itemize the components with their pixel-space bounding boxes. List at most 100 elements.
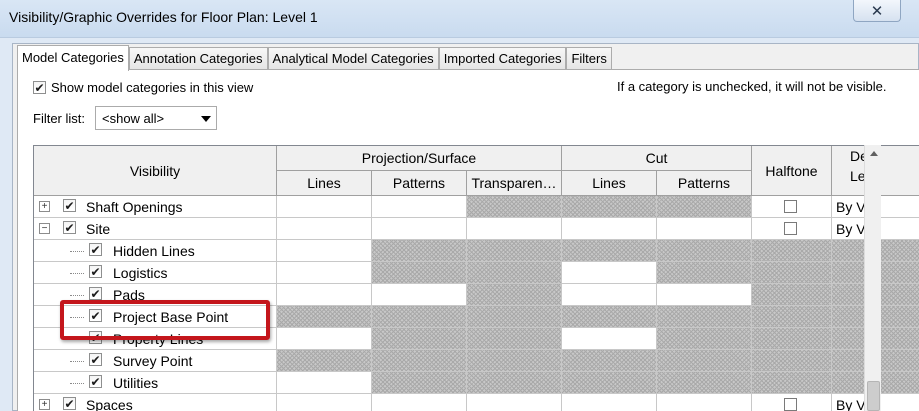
- cell-halftone: [752, 350, 832, 372]
- tab-annotation-categories[interactable]: Annotation Categories: [128, 47, 268, 69]
- cell-transparency: [467, 372, 562, 394]
- cell-cut-lines[interactable]: [562, 328, 657, 350]
- row-label: Spaces: [86, 397, 133, 411]
- header-projection-lines[interactable]: Lines: [277, 171, 372, 196]
- header-transparency[interactable]: Transparen…: [467, 171, 562, 196]
- check-icon: ✔: [64, 396, 75, 411]
- header-cut-patterns[interactable]: Patterns: [657, 171, 752, 196]
- cell-projection-patterns: [372, 262, 467, 284]
- cell-transparency[interactable]: [467, 218, 562, 240]
- tab-model-categories[interactable]: Model Categories: [17, 45, 129, 71]
- cell-cut-lines[interactable]: [562, 394, 657, 411]
- row-visibility-checkbox[interactable]: ✔: [89, 243, 102, 256]
- show-model-categories-checkbox[interactable]: ✔: [33, 81, 46, 94]
- cell-projection-patterns[interactable]: [372, 394, 467, 411]
- cell-projection-lines[interactable]: [277, 262, 372, 284]
- cell-cut-patterns[interactable]: [657, 394, 752, 411]
- row-visibility-checkbox[interactable]: ✔: [89, 331, 102, 344]
- cell-projection-patterns[interactable]: [372, 196, 467, 218]
- cell-projection-lines[interactable]: [277, 328, 372, 350]
- check-icon: ✔: [34, 80, 45, 95]
- cell-projection-lines[interactable]: [277, 394, 372, 411]
- row-visibility-checkbox[interactable]: ✔: [63, 221, 76, 234]
- filter-list-dropdown[interactable]: <show all>: [95, 106, 217, 130]
- cell-halftone: [752, 262, 832, 284]
- vertical-scrollbar[interactable]: [864, 145, 881, 411]
- close-button[interactable]: ✕: [853, 0, 901, 22]
- table-row[interactable]: ✔ Logistics: [34, 262, 277, 284]
- cell-cut-lines: [562, 350, 657, 372]
- table-row[interactable]: ✔ Property Lines: [34, 328, 277, 350]
- halftone-checkbox[interactable]: [784, 398, 797, 411]
- tab-imported-categories[interactable]: Imported Categories: [438, 47, 567, 69]
- table-row[interactable]: − ✔ Site: [34, 218, 277, 240]
- tree-guide: [70, 251, 84, 252]
- tab-analytical-model-categories[interactable]: Analytical Model Categories: [267, 47, 439, 69]
- cell-projection-patterns: [372, 350, 467, 372]
- expand-icon[interactable]: +: [39, 399, 50, 410]
- cell-cut-lines[interactable]: [562, 262, 657, 284]
- table-row[interactable]: ✔ Pads: [34, 284, 277, 306]
- table-row[interactable]: + ✔ Spaces: [34, 394, 277, 411]
- table-row[interactable]: ✔ Project Base Point: [34, 306, 277, 328]
- table-row[interactable]: + ✔ Shaft Openings: [34, 196, 277, 218]
- scroll-thumb[interactable]: [867, 381, 880, 411]
- tree-guide: [70, 273, 84, 274]
- check-icon: ✔: [90, 308, 101, 323]
- halftone-checkbox[interactable]: [784, 200, 797, 213]
- header-halftone[interactable]: Halftone: [752, 146, 832, 196]
- cell-cut-patterns: [657, 328, 752, 350]
- tree-guide: [70, 339, 84, 340]
- cell-cut-patterns: [657, 306, 752, 328]
- visibility-hint: If a category is unchecked, it will not …: [617, 79, 887, 94]
- row-visibility-checkbox[interactable]: ✔: [63, 397, 76, 410]
- filter-list-value: <show all>: [102, 111, 165, 126]
- row-visibility-checkbox[interactable]: ✔: [89, 375, 102, 388]
- cell-projection-lines[interactable]: [277, 196, 372, 218]
- cell-cut-lines[interactable]: [562, 284, 657, 306]
- cell-projection-lines[interactable]: [277, 218, 372, 240]
- cell-projection-lines[interactable]: [277, 240, 372, 262]
- detail-level-value: By V: [836, 397, 866, 411]
- cell-cut-patterns[interactable]: [657, 218, 752, 240]
- cell-cut-patterns[interactable]: [657, 284, 752, 306]
- expand-icon[interactable]: +: [39, 201, 50, 212]
- table-row[interactable]: ✔ Hidden Lines: [34, 240, 277, 262]
- cell-cut-patterns: [657, 350, 752, 372]
- scroll-up-button[interactable]: [865, 145, 882, 162]
- cell-transparency: [467, 328, 562, 350]
- header-projection-patterns[interactable]: Patterns: [372, 171, 467, 196]
- cell-halftone: [752, 196, 832, 218]
- title-bar: Visibility/Graphic Overrides for Floor P…: [0, 0, 919, 38]
- table-row[interactable]: ✔ Survey Point: [34, 350, 277, 372]
- close-icon: ✕: [870, 2, 884, 20]
- tree-guide: [70, 317, 84, 318]
- cell-cut-patterns: [657, 240, 752, 262]
- row-visibility-checkbox[interactable]: ✔: [89, 265, 102, 278]
- row-visibility-checkbox[interactable]: ✔: [63, 199, 76, 212]
- cell-cut-lines: [562, 240, 657, 262]
- cell-cut-patterns: [657, 262, 752, 284]
- tab-filters[interactable]: Filters: [566, 47, 612, 69]
- cell-halftone: [752, 218, 832, 240]
- cell-cut-lines[interactable]: [562, 218, 657, 240]
- table-row[interactable]: ✔ Utilities: [34, 372, 277, 394]
- halftone-checkbox[interactable]: [784, 222, 797, 235]
- cell-projection-lines[interactable]: [277, 372, 372, 394]
- row-visibility-checkbox[interactable]: ✔: [89, 309, 102, 322]
- cell-projection-lines[interactable]: [277, 284, 372, 306]
- header-cut-lines[interactable]: Lines: [562, 171, 657, 196]
- categories-table: Visibility Projection/Surface Cut Halfto…: [33, 145, 919, 411]
- cell-projection-patterns[interactable]: [372, 218, 467, 240]
- cell-transparency[interactable]: [467, 394, 562, 411]
- row-visibility-checkbox[interactable]: ✔: [89, 287, 102, 300]
- row-label: Logistics: [113, 265, 168, 281]
- header-visibility[interactable]: Visibility: [34, 146, 277, 196]
- cell-projection-patterns[interactable]: [372, 284, 467, 306]
- row-label: Project Base Point: [113, 309, 229, 325]
- collapse-icon[interactable]: −: [39, 223, 50, 234]
- chevron-up-icon: [869, 151, 878, 156]
- header-projection-surface: Projection/Surface: [277, 146, 562, 171]
- row-label: Survey Point: [113, 353, 193, 369]
- row-visibility-checkbox[interactable]: ✔: [89, 353, 102, 366]
